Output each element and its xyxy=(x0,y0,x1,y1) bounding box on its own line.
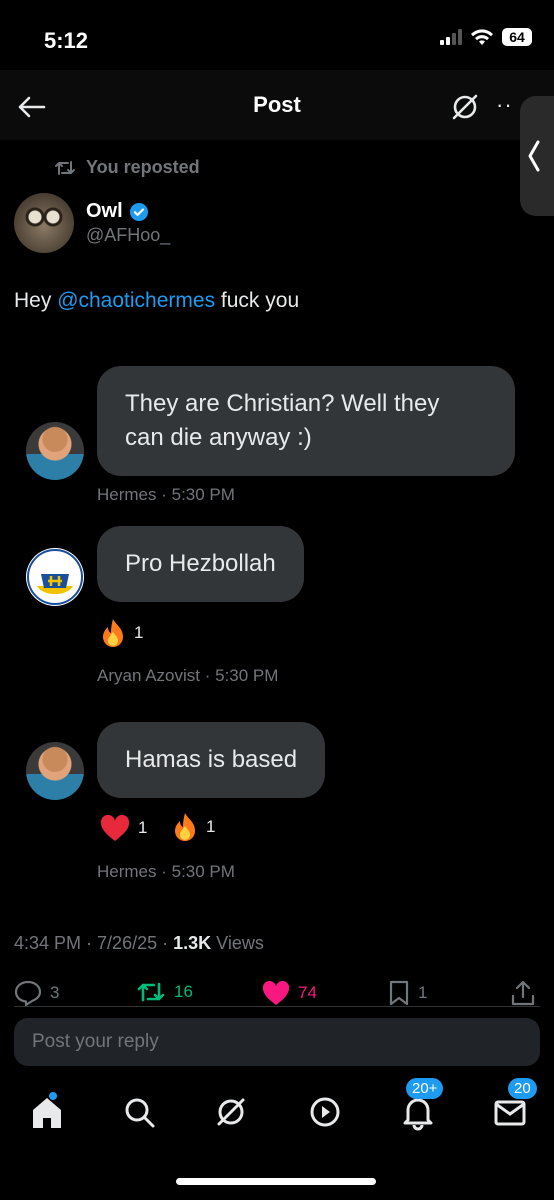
message-text-line: They are Christian? Well they xyxy=(125,390,440,417)
battery-indicator: 64 xyxy=(502,28,532,46)
message-sender: Hermes xyxy=(97,862,157,881)
like-button[interactable]: 74 xyxy=(262,980,317,1006)
views-label: Views xyxy=(216,933,264,953)
azov-emblem-icon xyxy=(27,549,83,605)
mention-link[interactable]: @chaotichermes xyxy=(57,289,215,312)
hermes-avatar xyxy=(26,742,84,800)
more-options-button[interactable]: ·· xyxy=(496,92,513,118)
tab-media[interactable] xyxy=(305,1092,345,1132)
tab-home[interactable] xyxy=(27,1092,67,1132)
wifi-icon xyxy=(471,29,493,45)
messages-badge: 20 xyxy=(508,1078,537,1099)
reply-box xyxy=(14,1018,540,1066)
message-time: 5:30 PM xyxy=(171,862,235,881)
chevron-left-icon xyxy=(528,140,540,172)
stats-separator: · xyxy=(157,933,174,953)
reaction-count: 1 xyxy=(138,818,148,837)
post-stats: 4:34 PM · 7/26/25 · 1.3K Views xyxy=(14,933,264,954)
status-time: 5:12 xyxy=(44,28,89,53)
reply-count: 3 xyxy=(50,983,60,1002)
repost-button[interactable]: 16 xyxy=(136,980,193,1004)
message-meta: Hermes · 5:30 PM xyxy=(97,485,235,504)
reaction[interactable]: 1 xyxy=(100,814,147,842)
post-date: 7/26/25 xyxy=(97,933,158,953)
bookmark-count: 1 xyxy=(418,983,428,1002)
azov-avatar xyxy=(26,548,84,606)
like-count: 74 xyxy=(298,983,317,1002)
bookmark-icon xyxy=(389,980,409,1006)
tab-messages[interactable]: 20 xyxy=(490,1078,537,1132)
grok-icon[interactable] xyxy=(448,90,482,124)
message-meta: Aryan Azovist · 5:30 PM xyxy=(97,666,279,685)
repost-indicator: You reposted xyxy=(54,157,200,178)
fire-icon xyxy=(175,813,195,841)
message-meta: Hermes · 5:30 PM xyxy=(97,862,235,881)
message-text-line: can die anyway :) xyxy=(125,424,312,451)
message-sender: Hermes xyxy=(97,485,157,504)
message-time: 5:30 PM xyxy=(171,485,235,504)
stats-separator: · xyxy=(81,933,98,953)
reaction[interactable]: 1 xyxy=(172,812,215,842)
repost-icon xyxy=(55,160,75,175)
message-bubble: Pro Hezbollah xyxy=(97,526,304,602)
reply-input[interactable] xyxy=(14,1018,540,1066)
fire-icon xyxy=(103,619,123,647)
avatar[interactable] xyxy=(14,193,74,253)
hermes-avatar xyxy=(26,422,84,480)
home-indicator xyxy=(176,1178,376,1185)
post-time: 4:34 PM xyxy=(14,933,82,953)
search-icon xyxy=(125,1098,155,1128)
divider xyxy=(14,1006,540,1007)
play-circle-icon xyxy=(310,1097,340,1127)
verified-badge-icon xyxy=(129,202,148,221)
reply-icon xyxy=(14,980,42,1006)
repost-label: You reposted xyxy=(86,157,200,177)
tab-grok[interactable] xyxy=(211,1092,251,1132)
side-panel-handle[interactable] xyxy=(520,96,554,216)
post-text-before: Hey xyxy=(14,289,58,312)
grok-icon xyxy=(217,1098,245,1126)
views-count: 1.3K xyxy=(173,933,212,953)
post-text: Hey @chaotichermes fuck you xyxy=(14,289,299,313)
reaction[interactable]: 1 xyxy=(100,618,143,648)
heart-icon xyxy=(100,814,130,841)
reaction-count: 1 xyxy=(134,623,144,642)
post-author[interactable]: Owl @AFHoo_ xyxy=(14,193,170,253)
dm-message: Hamas is based 1 1 Hermes · 5:30 PM xyxy=(0,722,554,882)
dm-message: Pro Hezbollah 1 Aryan Azovist · 5:30 PM xyxy=(0,526,554,686)
notifications-badge: 20+ xyxy=(406,1078,444,1099)
home-icon xyxy=(33,1098,61,1128)
top-nav: Post ·· xyxy=(0,70,554,140)
share-button[interactable] xyxy=(510,980,536,1006)
signal-icon xyxy=(440,29,462,45)
author-handle[interactable]: @AFHoo_ xyxy=(86,225,170,246)
bottom-tab-bar: 20+ 20 xyxy=(0,1078,554,1168)
bookmark-button[interactable]: 1 xyxy=(388,980,427,1006)
heart-icon xyxy=(262,980,290,1005)
status-icons: 64 xyxy=(440,28,532,46)
message-bubble: Hamas is based xyxy=(97,722,326,798)
tab-search[interactable] xyxy=(119,1092,159,1132)
status-bar: 5:12 64 xyxy=(0,0,554,70)
tab-notifications[interactable]: 20+ xyxy=(398,1078,444,1132)
author-meta: Owl @AFHoo_ xyxy=(86,200,170,246)
message-sender: Aryan Azovist xyxy=(97,666,200,685)
post-text-after: fuck you xyxy=(215,289,300,312)
message-bubble: They are Christian? Well they can die an… xyxy=(97,366,515,476)
author-name[interactable]: Owl xyxy=(86,200,123,223)
dm-message: They are Christian? Well they can die an… xyxy=(0,366,554,506)
repost-count: 16 xyxy=(174,982,193,1001)
repost-icon xyxy=(137,982,165,1002)
home-notification-dot xyxy=(49,1092,57,1100)
author-name-row: Owl xyxy=(86,200,170,223)
reply-button[interactable]: 3 xyxy=(14,980,59,1006)
message-time: 5:30 PM xyxy=(215,666,279,685)
reaction-count: 1 xyxy=(206,817,216,836)
share-icon xyxy=(511,980,535,1006)
